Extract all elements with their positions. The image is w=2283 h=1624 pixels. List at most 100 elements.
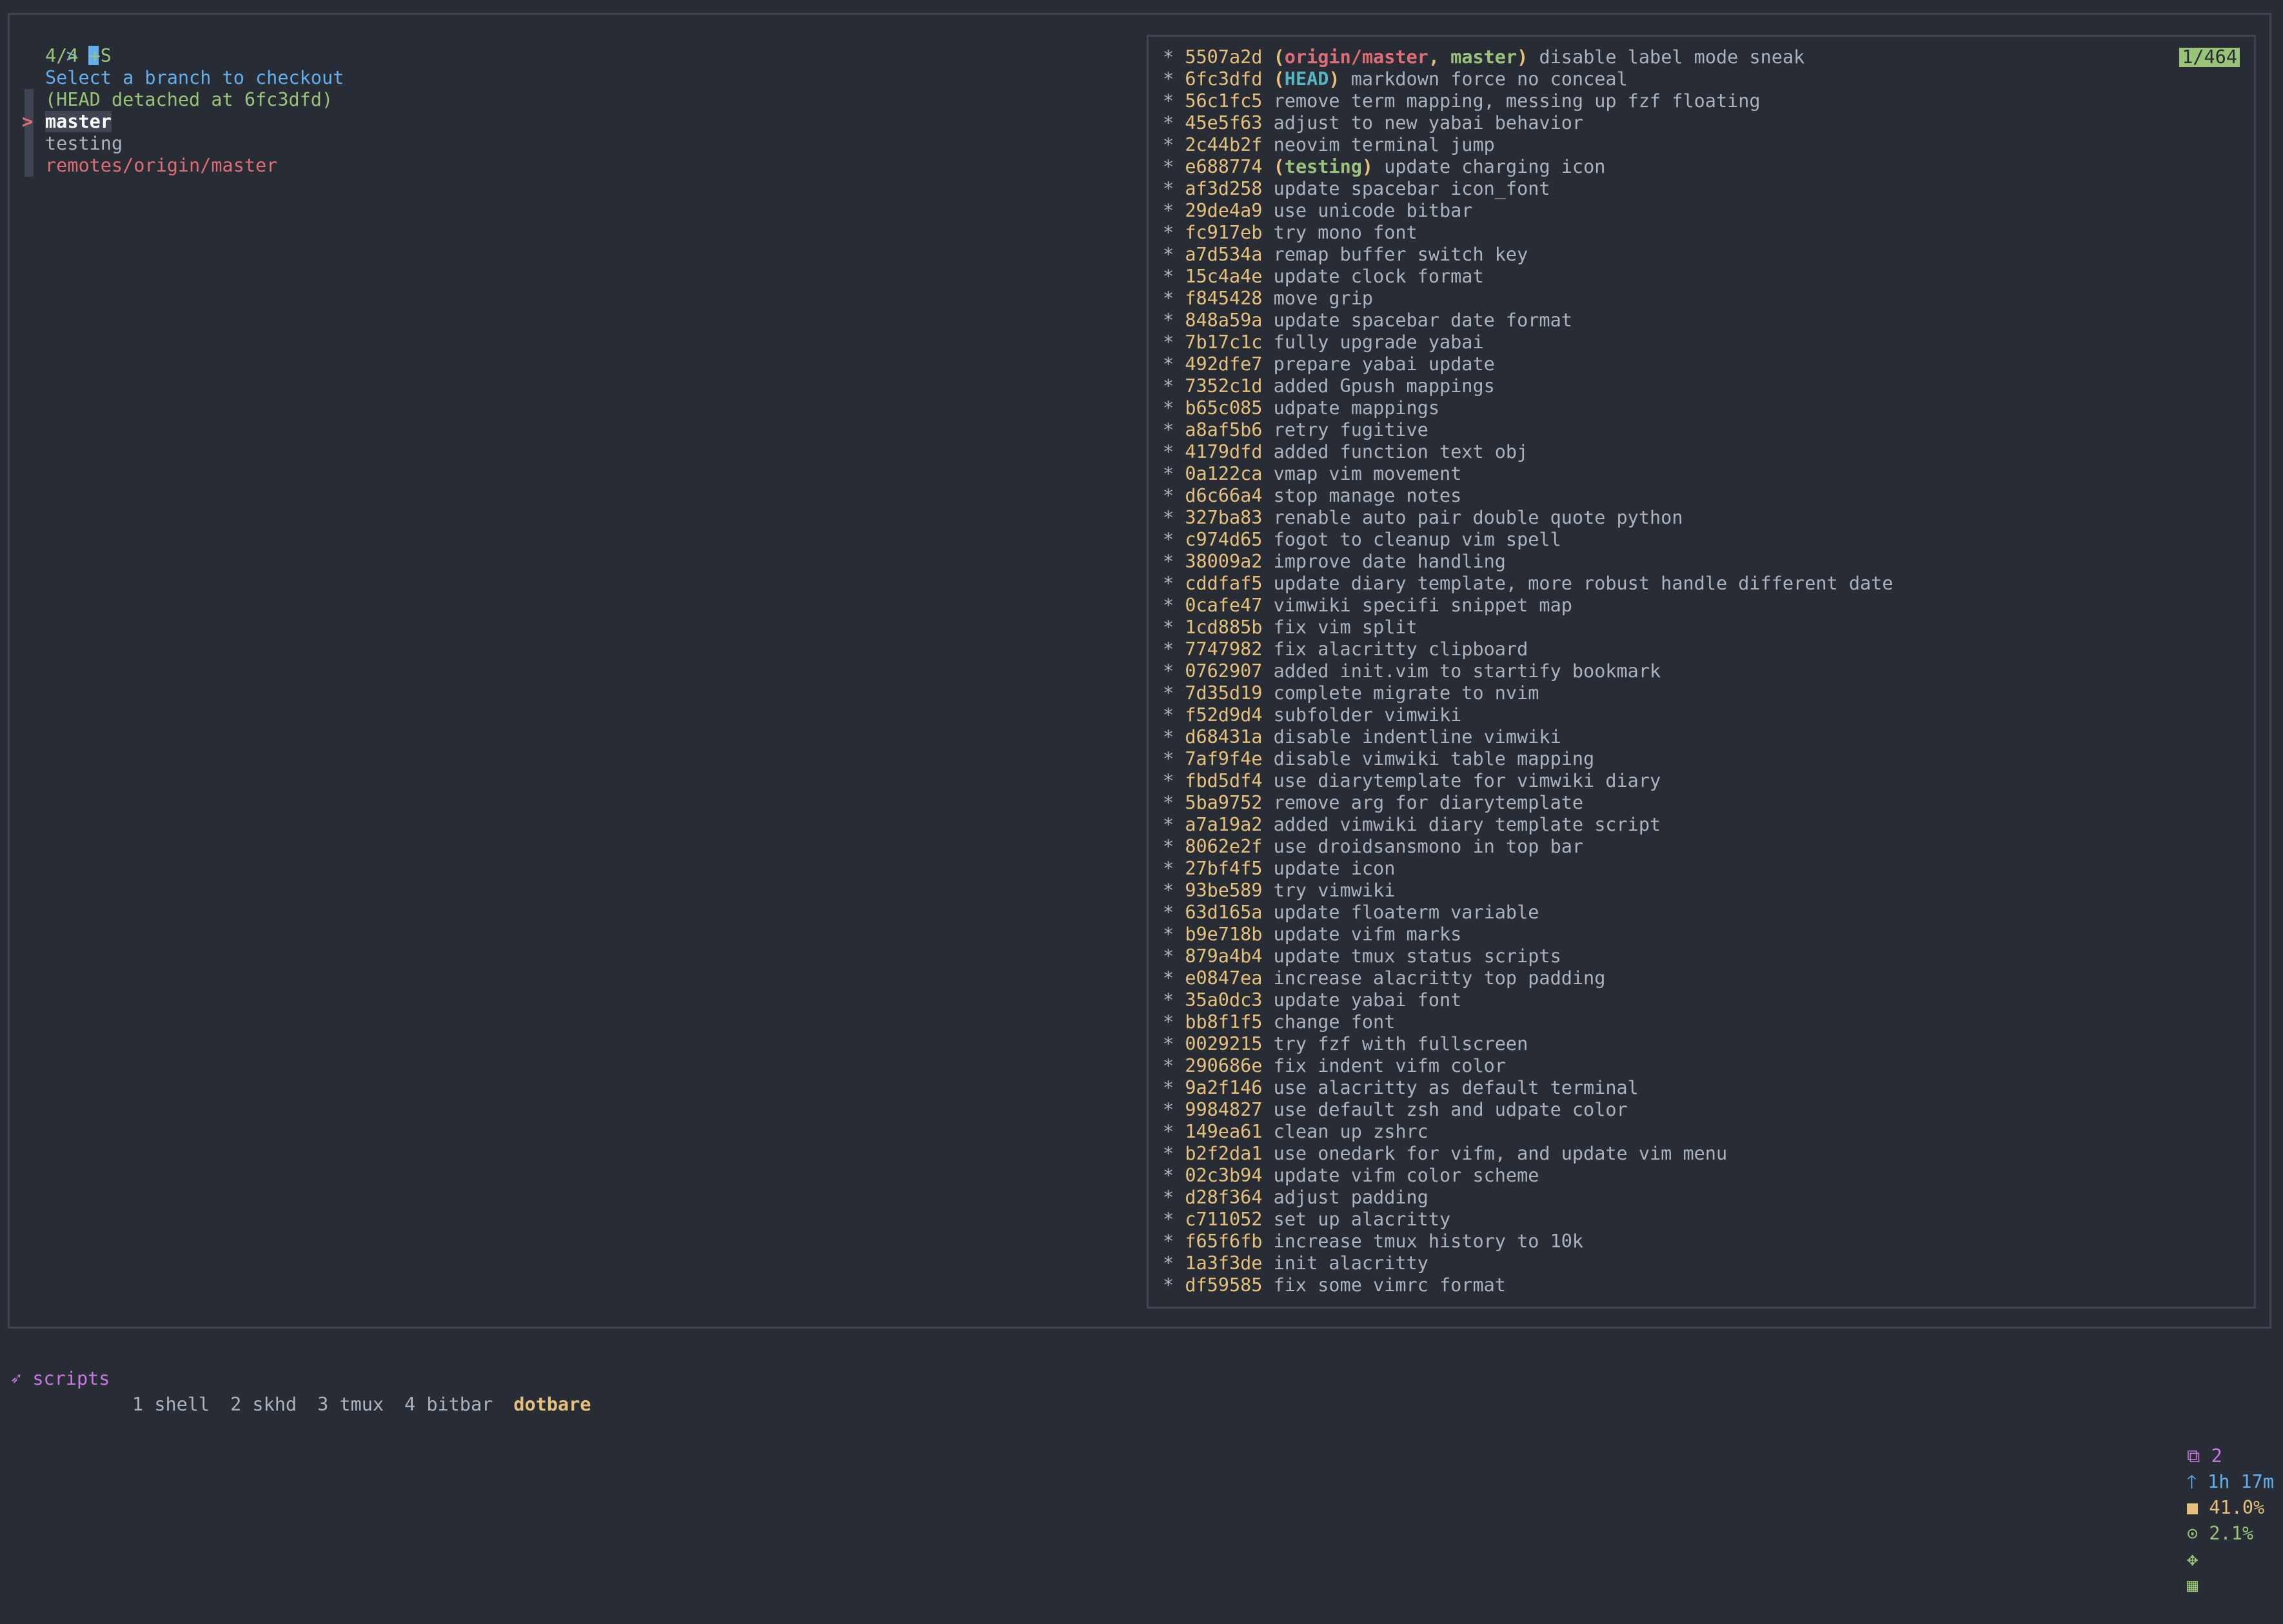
commit-message: fix alacritty clipboard (1273, 639, 1528, 660)
commit-message: update icon (1273, 858, 1396, 879)
graph-node: * (1163, 310, 1185, 331)
commit-row: * 45e5f63 adjust to new yabai behavior (1163, 112, 2254, 134)
commit-row: * 327ba83 renable auto pair double quote… (1163, 507, 2254, 529)
commit-message: clean up zshrc (1273, 1121, 1428, 1142)
commit-row: * 9984827 use default zsh and udpate col… (1163, 1099, 2254, 1121)
session-name: scripts (32, 1368, 110, 1389)
commit-hash: 848a59a (1185, 310, 1263, 331)
commit-row: * 5ba9752 remove arg for diarytemplate (1163, 792, 2254, 814)
commit-row: * f845428 move grip (1163, 288, 2254, 310)
commit-row: * bb8f1f5 change font (1163, 1011, 2254, 1033)
battery-icon: ■ (2187, 1497, 2199, 1518)
commit-message: update tmux status scripts (1273, 946, 1561, 967)
graph-node: * (1163, 441, 1185, 462)
commit-row: * 879a4b4 update tmux status scripts (1163, 946, 2254, 967)
commit-hash: c974d65 (1185, 529, 1263, 550)
graph-node: * (1163, 1187, 1185, 1208)
commit-message: update vifm marks (1273, 924, 1462, 945)
commit-hash: 290686e (1185, 1055, 1263, 1076)
branch-label: testing (45, 133, 123, 154)
commit-hash: cddfaf5 (1185, 573, 1263, 594)
commit-message: stop manage notes (1273, 485, 1462, 506)
pane-count-value: 2 (2211, 1445, 2222, 1467)
graph-node: * (1163, 792, 1185, 813)
branch-label: (HEAD detached at 6fc3dfd) (45, 89, 333, 110)
graph-node: * (1163, 1209, 1185, 1230)
commit-hash: 2c44b2f (1185, 134, 1263, 155)
selection-gutter (25, 133, 34, 155)
commit-message: remap buffer switch key (1273, 244, 1528, 265)
graph-node: * (1163, 419, 1185, 441)
graph-node: * (1163, 748, 1185, 769)
battery-value: 41.0% (2209, 1497, 2265, 1518)
commit-row: * 7352c1d added Gpush mappings (1163, 375, 2254, 397)
commit-message: update charging icon (1384, 156, 1606, 177)
graph-node: * (1163, 507, 1185, 528)
commit-hash: 5ba9752 (1185, 792, 1263, 813)
graph-node: * (1163, 1253, 1185, 1274)
graph-node: * (1163, 836, 1185, 857)
git-log-preview[interactable]: 1/464 * 5507a2d (origin/master, master) … (1147, 35, 2256, 1309)
graph-node: * (1163, 112, 1185, 134)
tmux-window[interactable]: 2 skhd (230, 1394, 297, 1415)
commit-hash: 02c3b94 (1185, 1165, 1263, 1186)
commit-hash: d6c66a4 (1185, 485, 1263, 506)
panes-icon: ⧉ (2187, 1445, 2200, 1467)
commit-row: * df59585 fix some vimrc format (1163, 1274, 2254, 1296)
commit-message: change font (1273, 1011, 1396, 1033)
graph-node: * (1163, 244, 1185, 265)
graph-node: * (1163, 288, 1185, 309)
commit-hash: d68431a (1185, 726, 1263, 748)
commit-row: * fbd5df4 use diarytemplate for vimwiki … (1163, 770, 2254, 792)
commit-message: adjust padding (1273, 1187, 1428, 1208)
graph-node: * (1163, 639, 1185, 660)
arrow-up-icon: 🡑 (2187, 1471, 2197, 1492)
graph-node: * (1163, 726, 1185, 748)
commit-message: improve date handling (1273, 551, 1506, 572)
branch-item[interactable]: (HEAD detached at 6fc3dfd) (22, 89, 1118, 111)
graph-node: * (1163, 1011, 1185, 1033)
commit-row: * 0a122ca vmap vim movement (1163, 463, 2254, 485)
ref-separator: , (1428, 46, 1451, 68)
cpu-value: 2.1% (2209, 1523, 2254, 1544)
uptime: 🡑 1h 17m (2187, 1471, 2274, 1492)
tmux-session[interactable]: ➶ scripts (10, 1366, 110, 1392)
branch-item[interactable]: testing (22, 133, 1118, 155)
fzf-selector: > 4/4 +S Select a branch to checkout (HE… (22, 23, 1118, 177)
commit-message: use unicode bitbar (1273, 200, 1473, 221)
commit-hash: e688774 (1185, 156, 1263, 177)
fzf-prompt-line[interactable]: > (22, 23, 1118, 66)
commit-message: use diarytemplate for vimwiki diary (1273, 770, 1661, 791)
commit-hash: 38009a2 (1185, 551, 1263, 572)
ref-paren-open: ( (1273, 68, 1285, 90)
tmux-window[interactable]: dotbare (513, 1394, 591, 1415)
commit-row: * 7d35d19 complete migrate to nvim (1163, 682, 2254, 704)
commit-message: udpate mappings (1273, 397, 1439, 419)
branch-item[interactable]: remotes/origin/master (22, 155, 1118, 177)
commit-hash: 149ea61 (1185, 1121, 1263, 1142)
commit-row: * f52d9d4 subfolder vimwiki (1163, 704, 2254, 726)
branch-item[interactable]: > master (22, 111, 1118, 133)
commit-message: disable indentline vimwiki (1273, 726, 1561, 748)
commit-message: renable auto pair double quote python (1273, 507, 1683, 528)
commit-row: * 848a59a update spacebar date format (1163, 310, 2254, 332)
commit-hash: b65c085 (1185, 397, 1263, 419)
tmux-window[interactable]: 3 tmux (317, 1394, 384, 1415)
graph-node: * (1163, 946, 1185, 967)
commit-hash: f52d9d4 (1185, 704, 1263, 726)
commit-hash: 45e5f63 (1185, 112, 1263, 134)
graph-node: * (1163, 200, 1185, 221)
commit-message: fix indent vifm color (1273, 1055, 1506, 1076)
commit-hash: fc917eb (1185, 222, 1263, 243)
commit-message: disable vimwiki table mapping (1273, 748, 1595, 769)
commit-row: * 7b17c1c fully upgrade yabai (1163, 332, 2254, 353)
commit-message: fix some vimrc format (1273, 1274, 1506, 1296)
commit-message: remove arg for diarytemplate (1273, 792, 1584, 813)
commit-hash: 492dfe7 (1185, 353, 1263, 375)
tmux-window[interactable]: 4 bitbar (404, 1394, 493, 1415)
commit-hash: 0a122ca (1185, 463, 1263, 484)
commit-hash: f845428 (1185, 288, 1263, 309)
tmux-window[interactable]: 1 shell (132, 1394, 210, 1415)
commit-row: * d68431a disable indentline vimwiki (1163, 726, 2254, 748)
commit-row: * f65f6fb increase tmux history to 10k (1163, 1231, 2254, 1253)
